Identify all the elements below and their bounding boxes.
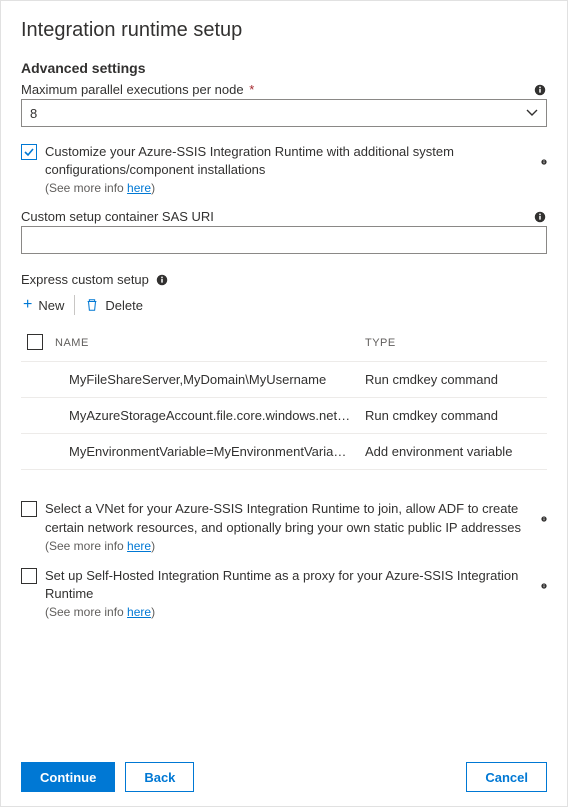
continue-button[interactable]: Continue [21,762,115,792]
info-icon[interactable] [533,512,547,526]
chevron-down-icon [526,107,538,119]
advanced-settings-heading: Advanced settings [21,60,547,76]
row-name: MyFileShareServer,MyDomain\MyUsername [49,362,359,398]
vnet-see-more: (See more info here) [45,539,533,553]
row-name: MyEnvironmentVariable=MyEnvironmentVaria… [49,434,359,470]
table-row[interactable]: MyEnvironmentVariable=MyEnvironmentVaria… [21,434,547,470]
cancel-button[interactable]: Cancel [466,762,547,792]
info-icon[interactable] [155,273,169,287]
proxy-see-more-link[interactable]: here [127,605,151,619]
proxy-checkbox-label: Set up Self-Hosted Integration Runtime a… [45,567,533,603]
proxy-checkbox[interactable] [21,568,37,584]
toolbar-divider [74,295,75,315]
info-icon[interactable] [533,579,547,593]
info-icon[interactable] [533,210,547,224]
customize-see-more-link[interactable]: here [127,181,151,195]
info-icon[interactable] [533,155,547,169]
plus-icon: + [23,296,32,314]
customize-checkbox-label: Customize your Azure-SSIS Integration Ru… [45,143,533,179]
row-type: Run cmdkey command [359,362,547,398]
row-type: Add environment variable [359,434,547,470]
customize-checkbox[interactable] [21,144,37,160]
vnet-checkbox-label: Select a VNet for your Azure-SSIS Integr… [45,500,533,536]
max-parallel-value: 8 [30,106,37,121]
sas-uri-label: Custom setup container SAS URI [21,209,214,224]
max-parallel-label: Maximum parallel executions per node [21,82,244,97]
checkmark-icon [23,146,35,158]
customize-see-more: (See more info here) [45,181,533,195]
sas-uri-input[interactable] [21,226,547,254]
row-type: Run cmdkey command [359,398,547,434]
express-setup-table: NAME TYPE MyFileShareServer,MyDomain\MyU… [21,325,547,470]
new-button[interactable]: + New [23,296,64,314]
vnet-checkbox[interactable] [21,501,37,517]
col-type: TYPE [359,325,547,362]
back-button[interactable]: Back [125,762,194,792]
vnet-see-more-link[interactable]: here [127,539,151,553]
table-row[interactable]: MyFileShareServer,MyDomain\MyUsername Ru… [21,362,547,398]
table-row[interactable]: MyAzureStorageAccount.file.core.windows.… [21,398,547,434]
row-name: MyAzureStorageAccount.file.core.windows.… [49,398,359,434]
express-custom-setup-title: Express custom setup [21,272,149,287]
page-title: Integration runtime setup [21,19,547,42]
required-asterisk: * [249,82,254,97]
select-all-checkbox[interactable] [27,334,43,350]
info-icon[interactable] [533,83,547,97]
trash-icon [85,298,99,312]
col-name: NAME [49,325,359,362]
delete-button[interactable]: Delete [85,298,143,313]
max-parallel-select[interactable]: 8 [21,99,547,127]
proxy-see-more: (See more info here) [45,605,533,619]
